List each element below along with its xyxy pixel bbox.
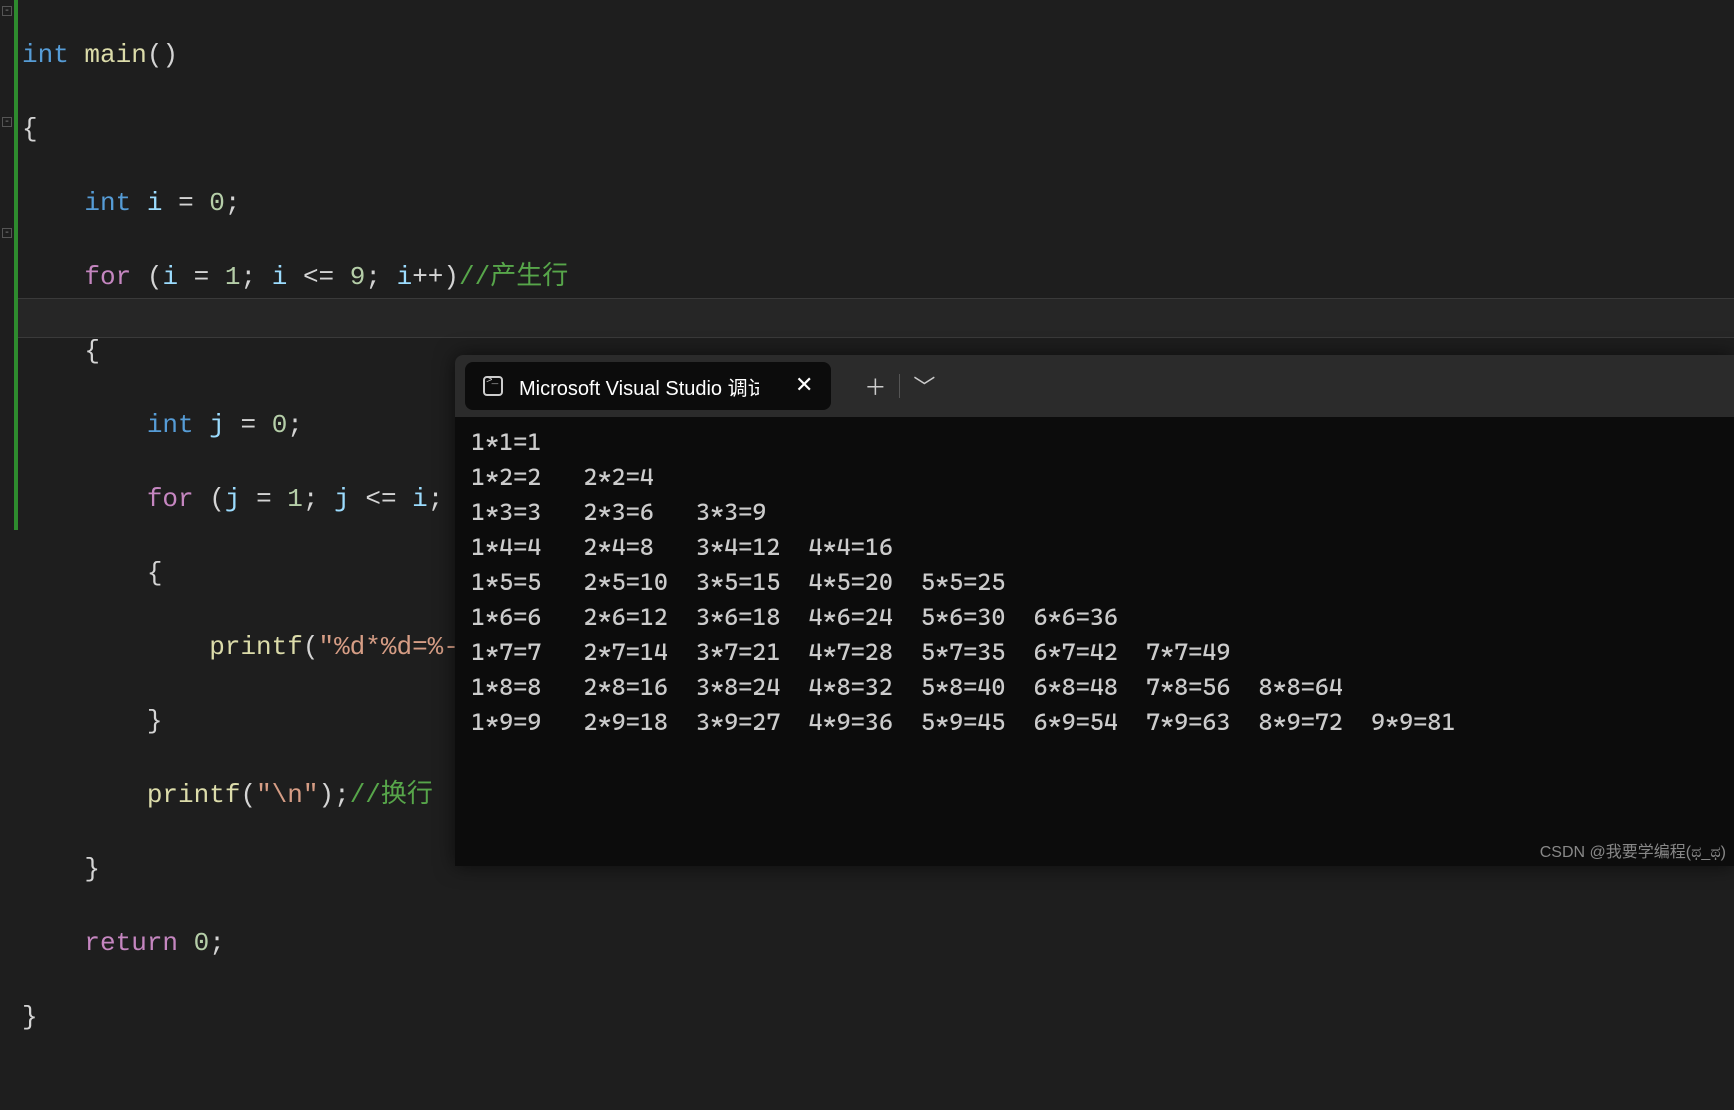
fold-icon[interactable]: - [2,6,12,16]
tab-dropdown-button[interactable]: ﹀ [900,362,948,410]
terminal-icon [483,376,503,396]
fold-icon[interactable]: - [2,228,12,238]
terminal-output[interactable]: 1*1=1 1*2=2 2*2=4 1*3=3 2*3=6 3*3=9 1*4=… [455,417,1734,748]
terminal-tab-title: Microsoft Visual Studio 调试控 [519,372,759,401]
fold-icon[interactable]: - [2,117,12,127]
terminal-tabbar: Microsoft Visual Studio 调试控 ✕ ＋ ﹀ [455,355,1734,417]
change-marker [14,0,18,530]
terminal-window: Microsoft Visual Studio 调试控 ✕ ＋ ﹀ 1*1=1 … [455,355,1734,866]
new-tab-button[interactable]: ＋ [851,362,899,410]
terminal-tab[interactable]: Microsoft Visual Studio 调试控 ✕ [465,362,831,410]
watermark: CSDN @我要学编程(ಥ_ಥ) [1540,838,1726,862]
fold-gutter: - - - [0,0,14,866]
terminal-actions: ＋ ﹀ [851,362,948,410]
close-icon[interactable]: ✕ [795,373,813,399]
